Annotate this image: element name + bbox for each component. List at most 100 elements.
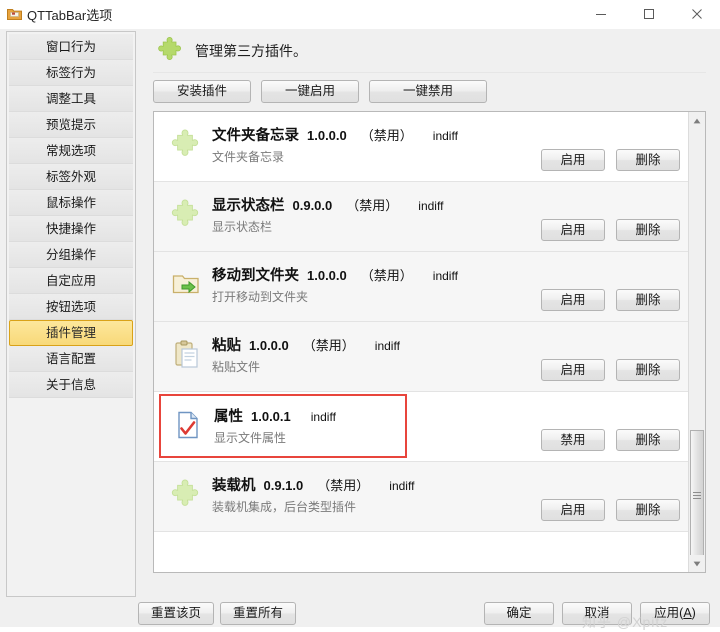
plugin-toggle-button[interactable]: 启用 <box>541 289 605 311</box>
plugin-state-badge: （禁用） <box>346 198 399 213</box>
puzzle-piece-icon <box>171 129 203 161</box>
plugin-author: indiff <box>374 339 400 353</box>
sidebar-item-label: 按钮选项 <box>45 300 96 314</box>
sidebar-item-label: 常规选项 <box>45 144 96 158</box>
apply-button[interactable]: 应用(A) <box>640 602 710 625</box>
sidebar-item-2[interactable]: 调整工具 <box>9 86 133 112</box>
sidebar-item-label: 预览提示 <box>45 118 96 132</box>
puzzle-piece-icon <box>157 36 183 66</box>
plugin-name: 文件夹备忘录 <box>212 128 299 144</box>
plugin-toggle-button[interactable]: 启用 <box>541 499 605 521</box>
plugin-author: indiff <box>432 129 458 143</box>
plugin-version: 1.0.0.0 <box>307 268 347 283</box>
panel-header: 管理第三方插件。 <box>145 31 714 71</box>
sidebar-item-12[interactable]: 语言配置 <box>9 346 133 372</box>
plugin-toggle-button[interactable]: 禁用 <box>541 429 605 451</box>
plugin-description: 装载机集成，后台类型插件 <box>212 500 357 514</box>
window-titlebar: QTTabBar选项 <box>0 0 720 30</box>
dialog-client-area: 窗口行为标签行为调整工具预览提示常规选项标签外观 鼠标操作快捷操作分组操作自定应用… <box>0 29 720 630</box>
sidebar-item-label: 快捷操作 <box>45 222 96 236</box>
plugin-row[interactable]: 显示状态栏 0.9.0.0 （禁用） indiff 显示状态栏 启用 删除 <box>154 182 689 252</box>
plugin-header-line: 属性 1.0.0.1 indiff <box>214 405 336 425</box>
sidebar-item-7[interactable]: 快捷操作 <box>9 216 133 242</box>
plugin-row[interactable]: 移动到文件夹 1.0.0.0 （禁用） indiff 打开移动到文件夹 启用 删除 <box>154 252 689 322</box>
plugin-row[interactable]: 装载机 0.9.1.0 （禁用） indiff 装载机集成，后台类型插件 启用 删除 <box>154 462 689 532</box>
sidebar-item-6[interactable]: 鼠标操作 <box>9 190 133 216</box>
sidebar-item-5[interactable]: 标签外观 <box>9 164 133 190</box>
plugin-row[interactable]: 属性 1.0.0.1 indiff 显示文件属性 <box>159 394 407 458</box>
plugin-version: 1.0.0.0 <box>307 128 347 143</box>
plugin-description: 显示状态栏 <box>212 220 273 234</box>
plugin-list-viewport: 文件夹备忘录 1.0.0.0 （禁用） indiff 文件夹备忘录 启用 删除 显示状态栏 0.… <box>154 112 689 572</box>
folder-icon <box>7 7 22 21</box>
sidebar-item-label: 标签行为 <box>45 66 96 80</box>
scroll-up-icon[interactable] <box>689 112 705 129</box>
panel-heading-text: 管理第三方插件。 <box>195 43 307 59</box>
plugin-delete-button[interactable]: 删除 <box>616 219 680 241</box>
plugin-toolbar: 安装插件 一键启用 一键禁用 <box>153 80 706 104</box>
plugin-header-line: 装载机 0.9.1.0 （禁用） indiff <box>212 474 414 494</box>
header-divider <box>153 72 706 73</box>
sidebar-item-label: 分组操作 <box>45 248 96 262</box>
sidebar-item-8[interactable]: 分组操作 <box>9 242 133 268</box>
dialog-footer: 重置该页 重置所有 确定 取消 应用(A) <box>0 599 720 627</box>
puzzle-piece-icon <box>171 479 203 511</box>
sidebar-item-label: 插件管理 <box>45 326 96 340</box>
file-properties-icon <box>173 410 205 442</box>
settings-category-sidebar[interactable]: 窗口行为标签行为调整工具预览提示常规选项标签外观 鼠标操作快捷操作分组操作自定应用… <box>6 31 136 597</box>
sidebar-item-0[interactable]: 窗口行为 <box>9 34 133 60</box>
scroll-down-icon[interactable] <box>689 555 705 572</box>
enable-all-button[interactable]: 一键启用 <box>261 80 359 103</box>
plugin-description: 打开移动到文件夹 <box>212 290 309 304</box>
sidebar-item-11[interactable]: 插件管理 <box>9 320 133 346</box>
sidebar-item-3[interactable]: 预览提示 <box>9 112 133 138</box>
plugin-toggle-button[interactable]: 启用 <box>541 149 605 171</box>
plugin-author: indiff <box>418 199 444 213</box>
reset-all-button[interactable]: 重置所有 <box>220 602 296 625</box>
install-plugin-button[interactable]: 安装插件 <box>153 80 251 103</box>
plugin-state-badge: （禁用） <box>360 268 413 283</box>
plugin-row[interactable]: 文件夹备忘录 1.0.0.0 （禁用） indiff 文件夹备忘录 启用 删除 <box>154 112 689 182</box>
plugin-author: indiff <box>389 479 415 493</box>
plugin-name: 装载机 <box>212 478 256 494</box>
plugin-name: 显示状态栏 <box>212 198 285 214</box>
minimize-button[interactable] <box>578 0 624 28</box>
sidebar-item-10[interactable]: 按钮选项 <box>9 294 133 320</box>
plugin-delete-button[interactable]: 删除 <box>616 359 680 381</box>
apply-accelerator: A <box>683 606 692 620</box>
plugin-delete-button[interactable]: 删除 <box>616 499 680 521</box>
plugin-row[interactable]: 属性 1.0.0.1 indiff 显示文件属性 禁用 删除 <box>154 392 689 462</box>
scrollbar-thumb[interactable] <box>690 430 704 560</box>
window-title: QTTabBar选项 <box>27 8 113 23</box>
plugin-delete-button[interactable]: 删除 <box>616 149 680 171</box>
plugin-delete-button[interactable]: 删除 <box>616 429 680 451</box>
plugin-header-line: 粘贴 1.0.0.0 （禁用） indiff <box>212 334 400 354</box>
sidebar-item-label: 自定应用 <box>45 274 96 288</box>
sidebar-item-9[interactable]: 自定应用 <box>9 268 133 294</box>
plugin-version: 0.9.0.0 <box>292 198 333 213</box>
plugin-row[interactable]: 粘贴 1.0.0.0 （禁用） indiff 粘贴文件 启用 删除 <box>154 322 689 392</box>
sidebar-item-4[interactable]: 常规选项 <box>9 138 133 164</box>
plugin-state-badge: （禁用） <box>302 338 355 353</box>
plugin-version: 1.0.0.0 <box>249 338 289 353</box>
plugin-toggle-button[interactable]: 启用 <box>541 219 605 241</box>
disable-all-button[interactable]: 一键禁用 <box>369 80 487 103</box>
sidebar-item-1[interactable]: 标签行为 <box>9 60 133 86</box>
plugin-name: 属性 <box>214 409 243 425</box>
plugin-header-line: 显示状态栏 0.9.0.0 （禁用） indiff <box>212 194 443 214</box>
plugin-author: indiff <box>310 410 336 424</box>
sidebar-item-13[interactable]: 关于信息 <box>9 372 133 398</box>
plugin-toggle-button[interactable]: 启用 <box>541 359 605 381</box>
close-button[interactable] <box>674 0 720 28</box>
scrollbar-grip-icon <box>693 491 701 499</box>
plugin-version: 0.9.1.0 <box>263 478 304 493</box>
ok-button[interactable]: 确定 <box>484 602 554 625</box>
sidebar-item-label: 关于信息 <box>45 378 96 392</box>
plugin-delete-button[interactable]: 删除 <box>616 289 680 311</box>
reset-page-button[interactable]: 重置该页 <box>138 602 214 625</box>
plugin-list-scrollbar[interactable] <box>688 112 705 572</box>
clipboard-paste-icon <box>171 339 203 371</box>
cancel-button[interactable]: 取消 <box>562 602 632 625</box>
maximize-button[interactable] <box>626 0 672 28</box>
sidebar-item-label: 语言配置 <box>45 352 96 366</box>
